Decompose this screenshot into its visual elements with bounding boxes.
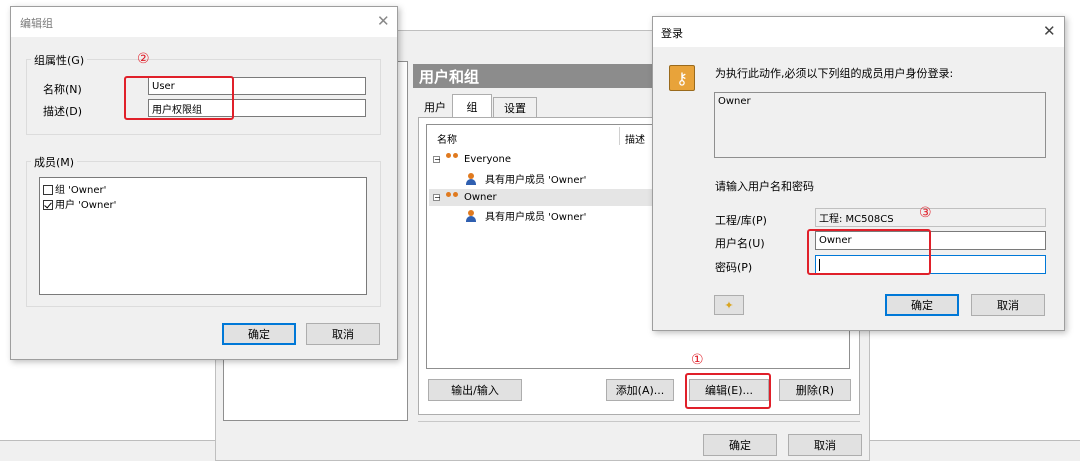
tab-users[interactable]: 用户 — [418, 97, 452, 117]
credentials-highlight — [807, 229, 931, 275]
key-icon: ⚷ — [669, 65, 695, 91]
member-item-label: 用户 'Owner' — [55, 200, 117, 211]
delete-label: 删除(R) — [795, 384, 835, 397]
name-label: 名称(N) — [43, 83, 82, 96]
required-group-item: Owner — [718, 96, 751, 107]
annotation-step-3: ③ — [919, 205, 932, 221]
cancel-label: 取消 — [997, 299, 1019, 312]
group-properties-label: 组属性(G) — [31, 52, 88, 68]
tab-settings-label: 设置 — [504, 101, 526, 115]
delete-button[interactable]: 删除(R) — [779, 379, 851, 401]
group-icon — [444, 153, 460, 165]
member-checkbox[interactable] — [43, 200, 53, 210]
login-message: 为执行此动作,必须以下列组的成员用户身份登录: — [715, 67, 954, 80]
member-item-group-owner[interactable]: 组 'Owner' — [43, 181, 106, 196]
edit-button-highlight — [685, 373, 771, 409]
tree-child-owner-owner[interactable]: 具有用户成员 'Owner' — [465, 208, 586, 223]
tree-node-everyone[interactable]: − Everyone — [433, 153, 511, 165]
password-label: 密码(P) — [715, 261, 753, 274]
tree-child-label: 具有用户成员 'Owner' — [485, 175, 587, 186]
project-label: 工程/库(P) — [715, 214, 767, 227]
tab-settings[interactable]: 设置 — [493, 97, 537, 117]
name-desc-highlight — [124, 76, 234, 120]
user-icon — [465, 209, 477, 222]
ok-label: 确定 — [911, 299, 933, 312]
lightbulb-icon: ✦ — [724, 298, 734, 312]
collapse-icon[interactable]: − — [433, 155, 441, 163]
close-icon[interactable]: ✕ — [1043, 22, 1056, 40]
users-groups-title: 用户和组 — [419, 68, 480, 86]
separator — [418, 421, 860, 422]
tree-node-label: Owner — [464, 192, 497, 203]
column-desc-header[interactable]: 描述 — [625, 131, 645, 146]
users-groups-ok-button[interactable]: 确定 — [703, 434, 777, 456]
members-list[interactable]: 组 'Owner' 用户 'Owner' — [39, 177, 367, 295]
users-groups-cancel-button[interactable]: 取消 — [788, 434, 862, 456]
group-icon — [444, 191, 460, 204]
column-name-header[interactable]: 名称 — [437, 131, 457, 146]
export-import-label: 输出/输入 — [451, 384, 499, 397]
project-value: 工程: MC508CS — [819, 214, 894, 225]
tree-child-label: 具有用户成员 'Owner' — [485, 212, 587, 223]
members-label: 成员(M) — [31, 154, 78, 170]
login-title: 登录 — [661, 27, 683, 40]
member-item-label: 组 'Owner' — [55, 185, 107, 196]
login-titlebar: 登录 ✕ — [653, 17, 1064, 47]
edit-group-cancel-button[interactable]: 取消 — [306, 323, 380, 345]
edit-group-dialog: 编辑组 ✕ 组属性(G) 名称(N) User 描述(D) 用户权限组 ② 成员… — [10, 6, 398, 360]
collapse-icon[interactable]: − — [433, 194, 441, 202]
tab-users-label: 用户 — [424, 101, 446, 114]
export-import-button[interactable]: 输出/输入 — [428, 379, 522, 401]
tree-child-everyone-owner[interactable]: 具有用户成员 'Owner' — [465, 171, 586, 186]
user-icon — [465, 172, 477, 185]
credentials-prompt: 请输入用户名和密码 — [715, 180, 814, 193]
edit-group-title: 编辑组 — [20, 17, 53, 30]
tab-groups-label: 组 — [466, 100, 478, 114]
login-ok-button[interactable]: 确定 — [885, 294, 959, 316]
add-label: 添加(A)... — [615, 384, 665, 397]
tree-node-label: Everyone — [464, 153, 512, 165]
annotation-step-1: ① — [691, 352, 704, 368]
annotation-step-2: ② — [137, 51, 150, 67]
username-label: 用户名(U) — [715, 237, 765, 250]
member-item-user-owner[interactable]: 用户 'Owner' — [43, 196, 116, 211]
help-button[interactable]: ✦ — [714, 295, 744, 315]
member-checkbox[interactable] — [43, 185, 53, 195]
edit-group-titlebar: 编辑组 ✕ — [11, 7, 397, 37]
add-button[interactable]: 添加(A)... — [606, 379, 674, 401]
desc-label: 描述(D) — [43, 105, 83, 118]
required-group-list: Owner — [714, 92, 1046, 158]
login-dialog: 登录 ✕ ⚷ 为执行此动作,必须以下列组的成员用户身份登录: Owner 请输入… — [652, 16, 1065, 331]
column-divider — [619, 127, 620, 145]
cancel-label: 取消 — [332, 328, 354, 341]
close-icon[interactable]: ✕ — [377, 12, 390, 30]
cancel-label: 取消 — [814, 439, 836, 452]
login-cancel-button[interactable]: 取消 — [971, 294, 1045, 316]
ok-label: 确定 — [248, 328, 270, 341]
edit-group-ok-button[interactable]: 确定 — [222, 323, 296, 345]
ok-label: 确定 — [729, 439, 751, 452]
tab-groups[interactable]: 组 — [452, 94, 492, 118]
